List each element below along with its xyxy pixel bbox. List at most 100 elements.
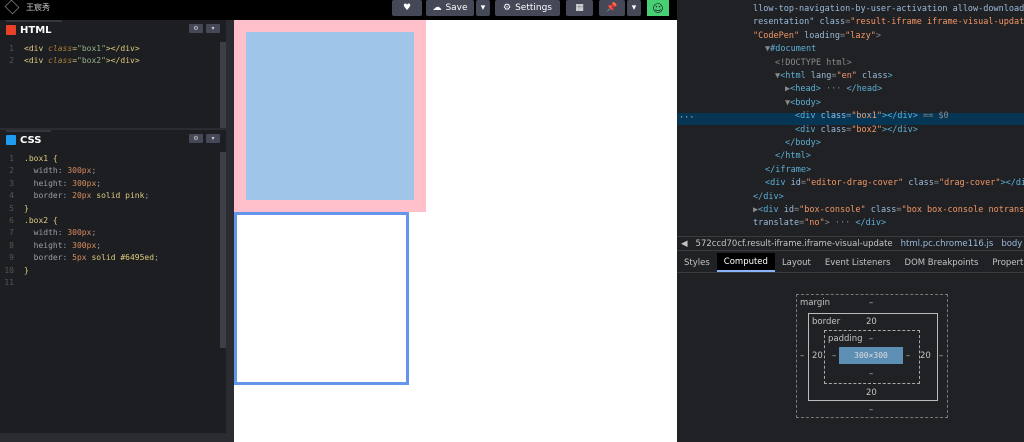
dom-node-line[interactable]: </iframe> <box>765 165 811 175</box>
dom-node-line[interactable]: ▼<html lang="en" class> <box>775 71 893 81</box>
dom-node-line[interactable]: <div class="box1"></div> == $0 <box>795 111 949 121</box>
html-collapse-button[interactable]: ▾ <box>206 24 220 33</box>
html-code-line[interactable]: <div class="box2"></div> <box>24 56 140 65</box>
css-code-line[interactable]: width: 300px; <box>24 166 97 175</box>
dom-node-line[interactable]: "CodePen" loading="lazy"> <box>753 31 881 41</box>
html-code-line[interactable]: <div class="box1"></div> <box>24 44 140 53</box>
breadcrumb-item[interactable]: ◀ <box>677 239 692 249</box>
line-number: 2 <box>9 56 14 66</box>
html-code-editor[interactable]: 1 <div class="box1"></div> 2 <div class="bo… <box>0 42 226 128</box>
codepen-window: 王宸秀 ♥ ☁ Save ▾ ⚙ Settings ▦ 📌 ▾ ☺ HTML ⚙… <box>0 0 1024 442</box>
css-code-line[interactable]: height: 300px; <box>24 241 101 250</box>
layout-button[interactable]: ▦ <box>566 0 593 16</box>
margin-label: margin <box>800 298 830 308</box>
border-left-value[interactable]: 20 <box>812 351 823 361</box>
css-code-line[interactable]: border: 20px solid pink; <box>24 191 150 200</box>
margin-top-value[interactable]: – <box>869 298 873 308</box>
dom-node-line[interactable]: ▶<head> ··· </head> <box>785 84 882 94</box>
settings-label: Settings <box>515 3 552 13</box>
padding-top-value[interactable]: – <box>869 334 873 344</box>
css-code-line[interactable]: .box1 { <box>24 154 58 163</box>
box2-preview <box>234 212 409 385</box>
cloud-icon: ☁ <box>432 3 442 13</box>
heart-button[interactable]: ♥ <box>392 0 422 16</box>
breadcrumb-item[interactable]: 572ccd70cf.result-iframe.iframe-visual-u… <box>692 239 897 249</box>
dom-node-line[interactable]: llow-top-navigation-by-user-activation a… <box>753 4 1024 14</box>
html-icon <box>6 25 16 35</box>
margin-bottom-value[interactable]: – <box>869 405 873 415</box>
save-dropdown-button[interactable]: ▾ <box>476 0 490 16</box>
tab-event-listeners[interactable]: Event Listeners <box>818 253 898 272</box>
dom-node-line[interactable]: </div> <box>753 192 784 202</box>
css-tab-label: CSS <box>20 134 42 146</box>
box-model-content[interactable]: 300×300 <box>839 347 903 364</box>
css-code-line[interactable]: border: 5px solid #6495ed; <box>24 253 159 262</box>
editor-resize-handle[interactable] <box>226 20 234 442</box>
css-code-line[interactable]: height: 300px; <box>24 179 101 188</box>
css-code-line[interactable]: .box2 { <box>24 216 58 225</box>
devtools-panel: ··· llow-top-navigation-by-user-activati… <box>677 0 1024 442</box>
user-name[interactable]: 王宸秀 <box>26 2 50 13</box>
padding-bottom-value[interactable]: – <box>869 369 873 379</box>
padding-left-value[interactable]: – <box>832 351 836 361</box>
breadcrumb-item[interactable]: body <box>997 239 1024 249</box>
css-code-line[interactable]: width: 300px; <box>24 228 97 237</box>
line-number: 10 <box>4 265 14 275</box>
dom-node-line[interactable]: ▼<body> <box>785 98 821 108</box>
tab-computed[interactable]: Computed <box>716 253 775 272</box>
margin-right-value[interactable]: – <box>939 351 943 361</box>
css-collapse-button[interactable]: ▾ <box>206 134 220 143</box>
html-panel-header: HTML ⚙ ▾ <box>0 20 226 38</box>
border-label: border <box>812 317 841 327</box>
dom-node-line[interactable]: </html> <box>775 151 811 161</box>
dom-node-line[interactable]: translate="no"> ··· </div> <box>753 218 886 228</box>
js-panel-edge[interactable] <box>0 433 226 442</box>
dom-node-line[interactable]: </body> <box>785 138 821 148</box>
css-code-editor[interactable]: 1 .box1 {2 width: 300px; 3 height: 300px; 4… <box>0 152 226 435</box>
dom-node-line[interactable]: <div id="editor-drag-cover" class="drag-… <box>765 178 1024 188</box>
css-tab[interactable]: CSS <box>6 130 52 148</box>
gear-icon: ⚙ <box>503 3 512 13</box>
tab-dom-breakpoints[interactable]: DOM Breakpoints <box>898 253 986 272</box>
padding-right-value[interactable]: – <box>906 351 910 361</box>
save-button[interactable]: ☁ Save <box>426 0 474 16</box>
tab-layout[interactable]: Layout <box>775 253 818 272</box>
pin-button[interactable]: 📌 <box>599 0 625 16</box>
gear-icon: ⚙ <box>193 135 199 142</box>
border-top-value[interactable]: 20 <box>866 317 877 327</box>
line-number: 9 <box>9 253 14 263</box>
margin-left-value[interactable]: – <box>800 351 804 361</box>
selected-row-dots[interactable]: ··· <box>679 113 694 123</box>
border-bottom-value[interactable]: 20 <box>866 388 877 398</box>
tab-properties[interactable]: Properties <box>985 253 1024 272</box>
codepen-logo-icon[interactable] <box>4 0 20 15</box>
css-code-line[interactable]: } <box>24 266 29 275</box>
css-icon <box>6 135 16 145</box>
dom-node-line[interactable]: <!DOCTYPE html> <box>775 58 852 68</box>
dom-node-line[interactable]: ▼#document <box>765 44 816 54</box>
breadcrumb-item[interactable]: html.pc.chrome116.js <box>897 239 998 249</box>
pin-dropdown-button[interactable]: ▾ <box>627 0 641 16</box>
line-number: 1 <box>9 44 14 53</box>
line-number: 2 <box>9 166 14 176</box>
html-settings-button[interactable]: ⚙ <box>189 24 203 33</box>
border-right-value[interactable]: 20 <box>920 351 931 361</box>
chevron-down-icon: ▾ <box>211 135 215 142</box>
chevron-down-icon: ▾ <box>631 3 637 13</box>
layout-icon: ▦ <box>575 3 584 13</box>
dom-node-line[interactable]: <div class="box2"></div> <box>795 125 918 135</box>
avatar[interactable]: ☺ <box>647 0 669 16</box>
settings-button[interactable]: ⚙ Settings <box>495 0 560 16</box>
dom-node-line[interactable]: ▶<div id="box-console" class="box box-co… <box>753 205 1024 215</box>
line-number: 6 <box>9 216 14 225</box>
pin-icon: 📌 <box>606 3 618 13</box>
css-code-line[interactable]: } <box>24 204 29 213</box>
breadcrumb: ◀ 572ccd70cf.result-iframe.iframe-visual-… <box>677 236 1024 251</box>
html-tab[interactable]: HTML <box>6 20 62 38</box>
css-settings-button[interactable]: ⚙ <box>189 134 203 143</box>
heart-icon: ♥ <box>402 3 412 13</box>
css-editor-panel: CSS ⚙ ▾ 1 .box1 {2 width: 300px; 3 height:… <box>0 128 226 435</box>
line-number: 11 <box>4 278 14 287</box>
dom-node-line[interactable]: resentation" class="result-iframe iframe… <box>753 17 1024 27</box>
tab-styles[interactable]: Styles <box>677 253 717 272</box>
